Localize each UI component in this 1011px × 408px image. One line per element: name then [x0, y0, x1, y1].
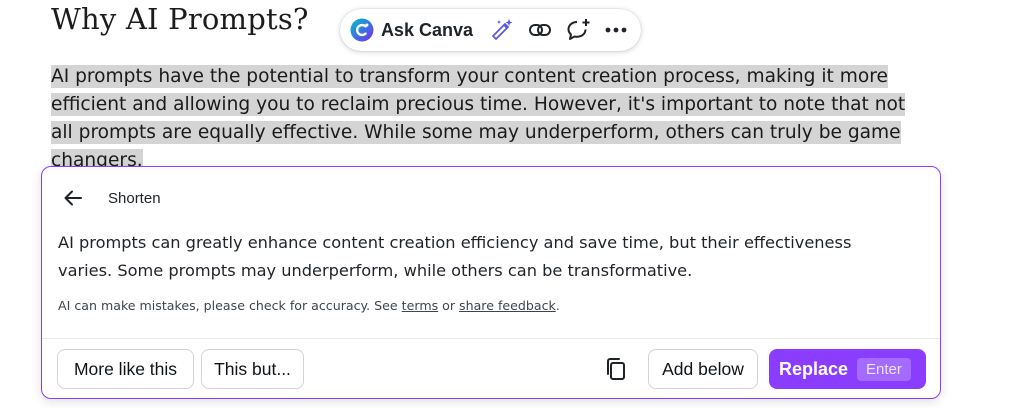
paragraph-line: AI prompts have the potential to transfo…	[51, 65, 888, 88]
shortened-result-text: AI prompts can greatly enhance content c…	[58, 229, 908, 285]
canva-ai-logo-icon	[350, 18, 374, 42]
panel-header: Shorten	[62, 187, 161, 209]
copy-icon[interactable]	[602, 355, 630, 383]
add-below-button[interactable]: Add below	[648, 349, 758, 389]
document-heading[interactable]: Why AI Prompts?	[51, 2, 309, 36]
disclaimer-text: or	[438, 298, 460, 313]
magic-pen-icon[interactable]	[489, 17, 515, 43]
result-line: AI prompts can greatly enhance content c…	[58, 233, 852, 252]
add-comment-icon[interactable]	[565, 17, 591, 43]
magic-write-panel: Shorten AI prompts can greatly enhance c…	[41, 166, 941, 399]
disclaimer-text: .	[555, 298, 560, 313]
result-line: varies. Some prompts may underperform, w…	[58, 261, 693, 280]
paragraph-line: all prompts are equally effective. While…	[51, 121, 901, 144]
disclaimer-text: AI can make mistakes, please check for a…	[58, 298, 402, 313]
paragraph-line: efficient and allowing you to reclaim pr…	[51, 93, 906, 116]
more-options-icon[interactable]	[603, 17, 629, 43]
this-but-button[interactable]: This but...	[201, 349, 304, 389]
floating-toolbar: Ask Canva	[340, 9, 641, 51]
enter-shortcut-badge: Enter	[857, 357, 911, 381]
replace-label: Replace	[779, 358, 849, 379]
replace-button[interactable]: Replace Enter	[769, 349, 926, 389]
link-icon[interactable]	[527, 17, 553, 43]
terms-link[interactable]: terms	[402, 298, 438, 313]
canvas-page: Why AI Prompts? Ask Canva AI prompts hav…	[0, 0, 1011, 408]
more-like-this-button[interactable]: More like this	[57, 349, 194, 389]
ask-canva-button[interactable]: Ask Canva	[381, 20, 473, 41]
ai-disclaimer: AI can make mistakes, please check for a…	[58, 298, 560, 313]
panel-actions: More like this This but... Add below Rep…	[42, 338, 940, 398]
panel-title: Shorten	[108, 189, 161, 207]
share-feedback-link[interactable]: share feedback	[459, 298, 556, 313]
back-arrow-icon[interactable]	[62, 187, 84, 209]
selected-paragraph[interactable]: AI prompts have the potential to transfo…	[51, 63, 951, 175]
